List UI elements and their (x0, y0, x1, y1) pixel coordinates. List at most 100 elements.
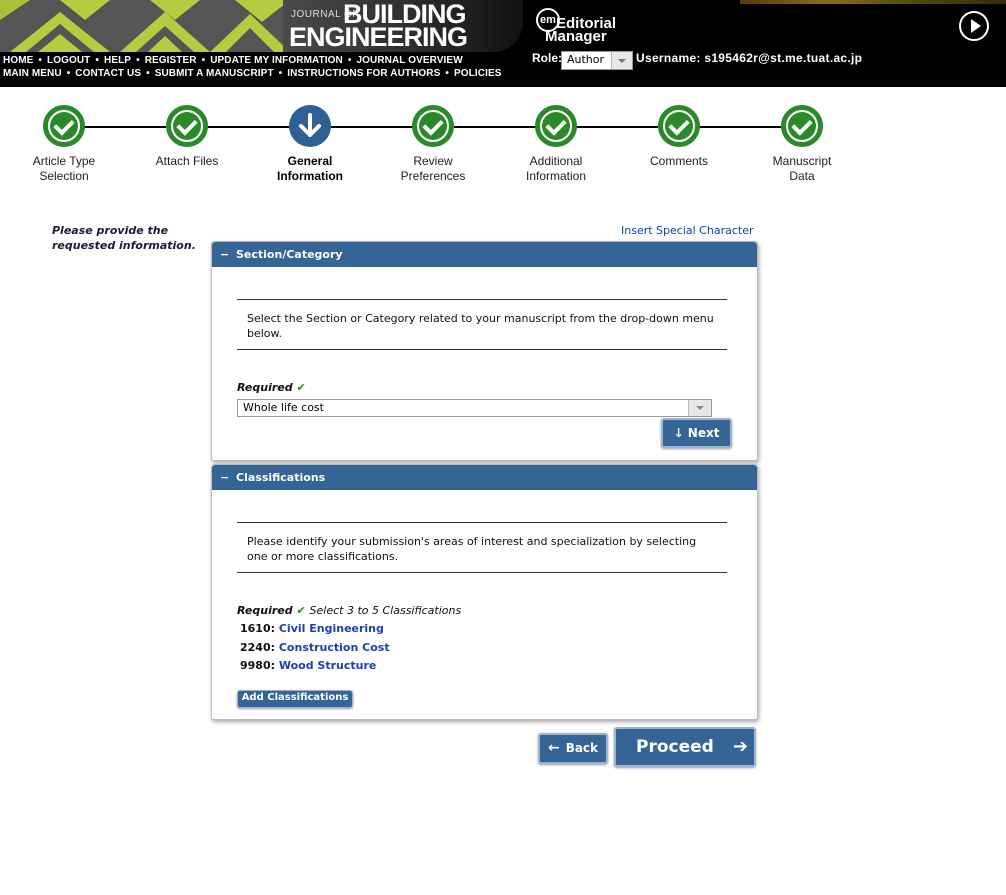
classifications-hint: Select 3 to 5 Classifications (309, 604, 462, 617)
classification-name-link[interactable]: Civil Engineering (279, 622, 384, 635)
section-category-instruction: Select the Section or Category related t… (237, 299, 727, 350)
step-label-line1: Comments (649, 154, 708, 168)
section-category-panel: − Section/Category Select the Section or … (211, 241, 758, 461)
chevron-down-icon (611, 52, 632, 69)
instruction-note: Please provide the requested information… (52, 223, 212, 253)
step-label-line2: Selection (39, 169, 89, 183)
role-select[interactable]: Author (561, 51, 633, 70)
nav-link-journal-overview[interactable]: JOURNAL OVERVIEW (356, 55, 462, 66)
step-3[interactable]: General Information (250, 105, 370, 184)
role-select-value: Author (567, 53, 605, 66)
insert-special-character-link[interactable]: Insert Special Character (621, 224, 753, 237)
step-complete-check-icon (412, 105, 454, 147)
arrow-down-icon: ↓ (673, 426, 684, 440)
play-tutorial-icon[interactable] (959, 11, 989, 41)
nav-link-help[interactable]: HELP (104, 55, 131, 66)
checkmark-icon: ✔ (296, 381, 306, 394)
add-classifications-button[interactable]: Add Classifications (237, 690, 353, 708)
nav-separator: • (136, 55, 140, 66)
nav-separator: • (146, 68, 150, 79)
step-label: General Information (250, 154, 370, 184)
nav-link-submit-a-manuscript[interactable]: SUBMIT A MANUSCRIPT (155, 68, 274, 79)
classifications-header[interactable]: − Classifications (212, 465, 757, 490)
nav-link-main-menu[interactable]: MAIN MENU (3, 68, 62, 79)
step-label: Article Type Selection (4, 154, 124, 184)
nav-separator: • (347, 55, 352, 66)
nav-link-instructions-for-authors[interactable]: INSTRUCTIONS FOR AUTHORS (287, 68, 440, 79)
step-label: Additional Information (496, 154, 616, 184)
step-label: Manuscript Data (742, 154, 862, 184)
proceed-button[interactable]: Proceed ➔ (614, 727, 756, 767)
step-label-line2: Information (525, 169, 587, 183)
step-complete-check-icon (658, 105, 700, 147)
username-display: Username: s195462r@st.me.tuat.ac.jp (636, 51, 863, 65)
checkmark-icon: ✔ (296, 604, 306, 617)
step-label: Review Preferences (373, 154, 493, 184)
step-6[interactable]: Comments (619, 105, 739, 169)
step-label-line2: Information (277, 169, 343, 183)
step-label: Comments (619, 154, 739, 169)
role-label: Role: (532, 51, 562, 65)
nav-link-contact-us[interactable]: CONTACT US (75, 68, 141, 79)
nav-link-home[interactable]: HOME (3, 55, 33, 66)
nav-separator: • (66, 68, 71, 79)
header-decor-strip (740, 0, 1006, 4)
classifications-required-label: Required ✔ Select 3 to 5 Classifications (237, 604, 461, 617)
nav-row-primary: HOME • LOGOUT • HELP • REGISTER • UPDATE MY INFO… (3, 55, 463, 66)
back-button[interactable]: ← Back (538, 733, 608, 764)
step-label-line2: Preferences (400, 169, 466, 183)
step-complete-check-icon (166, 105, 208, 147)
classifications-instruction: Please identify your submission's areas … (237, 522, 727, 573)
nav-link-register[interactable]: REGISTER (145, 55, 197, 66)
collapse-icon: − (220, 248, 230, 261)
step-5[interactable]: Additional Information (496, 105, 616, 184)
instruction-note-line1: Please provide the (52, 224, 169, 237)
nav-link-update-my-information[interactable]: UPDATE MY INFORMATION (210, 55, 343, 66)
nav-separator: • (95, 55, 99, 66)
journal-logo: JOURNAL OF BUILDING ENGINEERING (283, 0, 523, 52)
banner-graphic (0, 0, 290, 52)
required-text: Required (237, 381, 293, 394)
header-bar: JOURNAL OF BUILDING ENGINEERING em Edito… (0, 0, 1006, 87)
classification-code: 1610: (240, 622, 276, 635)
nav-link-logout[interactable]: LOGOUT (47, 55, 90, 66)
instruction-note-line2: requested information. (52, 239, 196, 252)
step-label-line1: Article Type (32, 154, 96, 168)
editorial-manager-logo: em Editorial Manager (536, 6, 646, 46)
step-label: Attach Files (127, 154, 247, 169)
step-label-line2: Data (789, 169, 815, 183)
step-label-line1: Additional (529, 154, 583, 168)
nav-link-policies[interactable]: POLICIES (454, 68, 501, 79)
step-label-line1: Manuscript (772, 154, 832, 168)
step-complete-check-icon (43, 105, 85, 147)
journal-logo-line2: ENGINEERING (289, 22, 468, 52)
classification-name-link[interactable]: Construction Cost (279, 641, 390, 654)
list-item: 1610: Civil Engineering (240, 622, 384, 635)
step-7[interactable]: Manuscript Data (742, 105, 862, 184)
em-logo-line2: Manager (545, 28, 607, 45)
step-2[interactable]: Attach Files (127, 105, 247, 169)
section-category-title: Section/Category (236, 248, 343, 261)
section-category-select[interactable]: Whole life cost (237, 399, 712, 417)
proceed-button-label: Proceed (636, 737, 714, 757)
current-step-arrow-icon (289, 105, 331, 147)
classification-code: 9980: (240, 659, 276, 672)
nav-separator: • (278, 68, 283, 79)
arrow-left-icon: ← (547, 740, 560, 756)
step-label-line1: General (287, 154, 333, 168)
nav-separator: • (445, 68, 450, 79)
section-category-header[interactable]: − Section/Category (212, 242, 757, 267)
next-button-label: Next (687, 426, 720, 440)
step-4[interactable]: Review Preferences (373, 105, 493, 184)
list-item: 9980: Wood Structure (240, 659, 376, 672)
next-button[interactable]: ↓ Next (661, 418, 732, 448)
section-category-selected: Whole life cost (243, 401, 324, 414)
nav-row-secondary: MAIN MENU • CONTACT US • SUBMIT A MANUSCRIPT… (3, 68, 502, 79)
collapse-icon: − (220, 471, 230, 484)
step-1[interactable]: Article Type Selection (4, 105, 124, 184)
nav-separator: • (201, 55, 206, 66)
nav-separator: • (38, 55, 43, 66)
classification-name-link[interactable]: Wood Structure (279, 659, 377, 672)
classification-code: 2240: (240, 640, 276, 654)
step-complete-check-icon (781, 105, 823, 147)
